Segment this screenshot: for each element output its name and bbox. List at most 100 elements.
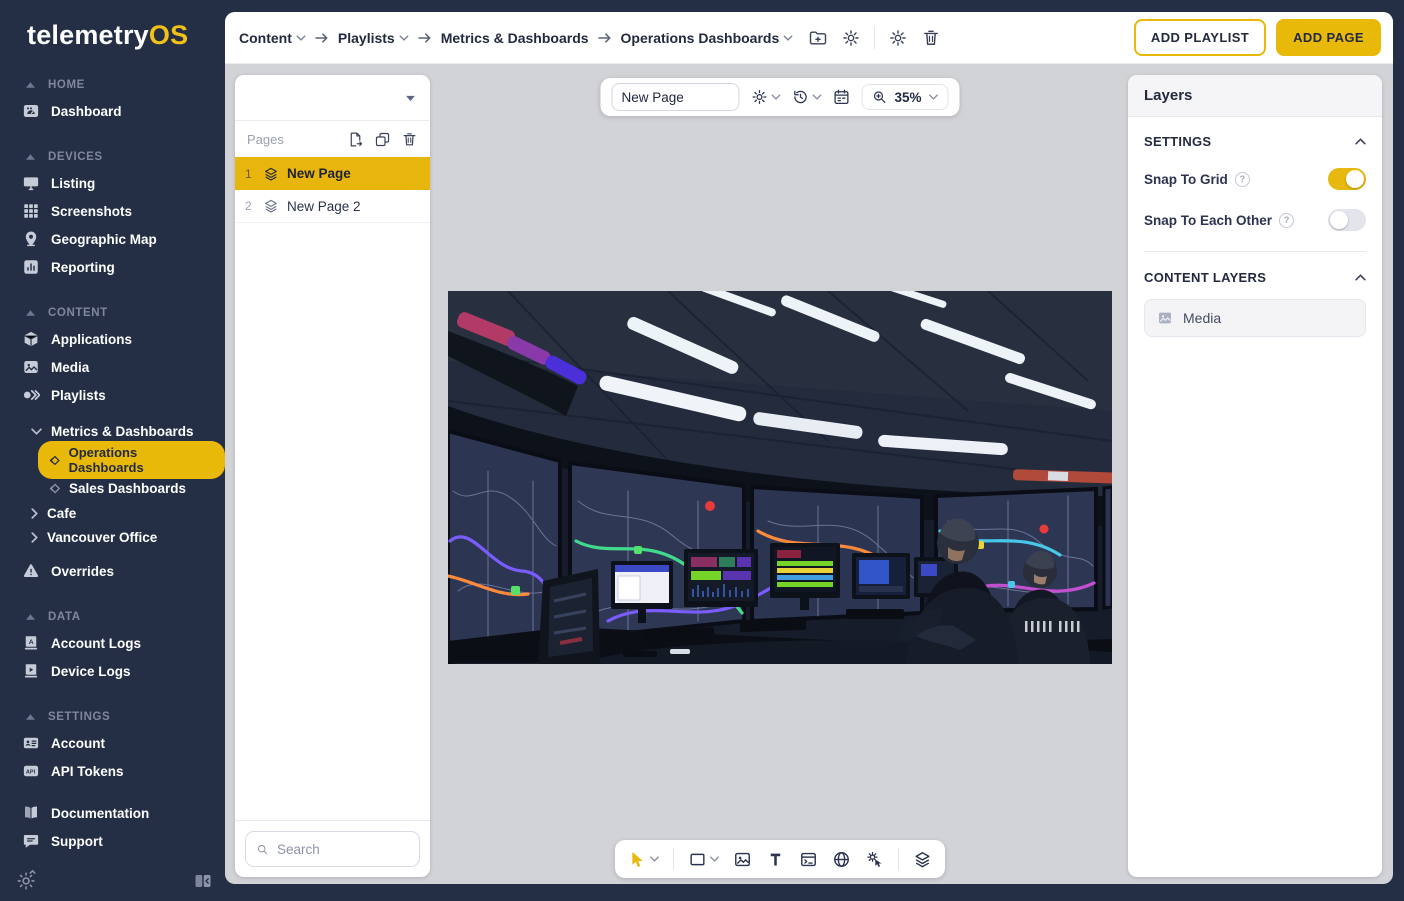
sidebar-item-playlists[interactable]: Playlists [0,381,225,409]
breadcrumb-playlists[interactable]: Playlists [338,30,409,46]
web-tool[interactable] [832,850,851,869]
chevron-down-icon [399,35,409,41]
media-layer-image[interactable] [448,291,1112,664]
pages-panel: Pages 1 New Page 2 New Page 2 [235,75,430,877]
zoom-level: 35% [894,90,921,105]
sidebar-item-media[interactable]: Media [0,353,225,381]
page-duration-dropdown[interactable] [791,88,821,106]
chevron-down-icon [929,94,939,100]
chevron-down-icon [650,856,659,862]
sidebar-item-api-tokens[interactable]: API API Tokens [0,757,225,785]
sidebar-item-account-logs[interactable]: A Account Logs [0,629,225,657]
dashboard-icon [22,102,40,120]
search-icon [256,842,269,857]
divider [874,27,875,49]
collapse-triangle-icon [26,154,35,160]
panel-collapse-icon [194,873,212,889]
chevron-down-icon [783,35,793,41]
pages-dropdown[interactable] [235,75,430,121]
chevron-down-icon [296,35,306,41]
control-room-photo [448,291,1112,664]
layers-tool[interactable] [913,850,932,869]
help-icon[interactable]: ? [1279,213,1294,228]
snap-to-each-other-row: Snap To Each Other ? [1144,209,1366,231]
interactive-tool[interactable] [865,850,884,869]
sidebar-item-applications[interactable]: Applications [0,325,225,353]
warning-icon [22,562,40,580]
media-icon [22,358,40,376]
sidebar-item-geographic-map[interactable]: Geographic Map [0,225,225,253]
tree-operations-dashboards-selected[interactable]: Operations Dashboards [38,441,225,479]
id-card-icon [22,734,40,752]
breadcrumb-metrics-dashboards[interactable]: Metrics & Dashboards [441,30,589,46]
layer-item-media[interactable]: Media [1144,299,1366,337]
workspace: Pages 1 New Page 2 New Page 2 [225,64,1393,884]
new-page-icon[interactable] [347,131,364,148]
delete-icon[interactable] [921,28,941,48]
grid-icon [22,202,40,220]
playlist-settings-icon[interactable] [888,28,908,48]
sidebar-item-support[interactable]: Support [0,827,225,855]
arrow-right-icon [418,32,432,44]
sidebar-collapse-button[interactable] [194,873,212,889]
zoom-control[interactable]: 35% [861,84,948,110]
settings-section-header[interactable]: SETTINGS [1144,134,1366,149]
page-schedule-button[interactable] [832,88,850,106]
sidebar-item-reporting[interactable]: Reporting [0,253,225,281]
image-tool[interactable] [733,850,752,869]
zoom-in-icon [871,89,887,105]
layers-icon [263,198,279,214]
add-folder-icon[interactable] [808,28,828,48]
sidebar-item-account[interactable]: Account [0,729,225,757]
documentation-icon [22,804,40,822]
svg-text:A: A [29,639,34,646]
select-tool[interactable] [628,850,659,869]
arrow-right-icon [315,32,329,44]
duplicate-page-icon[interactable] [374,131,391,148]
section-data[interactable]: DATA [0,605,225,629]
account-log-icon: A [22,634,40,652]
add-page-button[interactable]: ADD PAGE [1276,19,1381,56]
media-icon [1157,310,1173,326]
content-layers-section-header[interactable]: CONTENT LAYERS [1144,270,1366,285]
collapse-triangle-icon [26,82,35,88]
page-settings-dropdown[interactable] [750,88,780,106]
sidebar-item-listing[interactable]: Listing [0,169,225,197]
breadcrumb-operations-dashboards[interactable]: Operations Dashboards [621,30,794,46]
bar-chart-icon [22,258,40,276]
sidebar-item-dashboard[interactable]: Dashboard [0,97,225,125]
section-home[interactable]: HOME [0,73,225,97]
canvas-tools-toolbar [615,840,945,878]
application-tool[interactable] [799,850,818,869]
tree-cafe[interactable]: Cafe [0,501,225,525]
section-devices[interactable]: DEVICES [0,145,225,169]
theme-toggle-button[interactable] [16,869,38,891]
breadcrumb-content[interactable]: Content [239,30,306,46]
sidebar-item-documentation[interactable]: Documentation [0,799,225,827]
chevron-right-icon [31,508,38,519]
sidebar-item-device-logs[interactable]: Device Logs [0,657,225,685]
page-name-input[interactable] [611,83,739,111]
sidebar-item-screenshots[interactable]: Screenshots [0,197,225,225]
snap-to-grid-toggle[interactable] [1328,168,1366,190]
text-tool[interactable] [766,850,785,869]
chevron-up-icon [1355,138,1366,145]
pages-search [235,820,430,877]
folder-settings-icon[interactable] [841,28,861,48]
shape-tool[interactable] [688,850,719,869]
help-icon[interactable]: ? [1235,172,1250,187]
layers-panel-title: Layers [1128,75,1382,117]
divider [673,848,674,870]
delete-page-icon[interactable] [401,131,418,148]
section-content[interactable]: CONTENT [0,301,225,325]
svg-text:API: API [26,769,36,775]
add-playlist-button[interactable]: ADD PLAYLIST [1134,19,1266,56]
snap-to-each-other-toggle[interactable] [1328,209,1366,231]
tree-vancouver-office[interactable]: Vancouver Office [0,525,225,549]
page-row-new-page[interactable]: 1 New Page [235,157,430,190]
arrow-right-icon [598,32,612,44]
section-settings[interactable]: SETTINGS [0,705,225,729]
sidebar-item-overrides[interactable]: Overrides [0,557,225,585]
page-row-new-page-2[interactable]: 2 New Page 2 [235,190,430,223]
search-input[interactable] [277,842,409,857]
